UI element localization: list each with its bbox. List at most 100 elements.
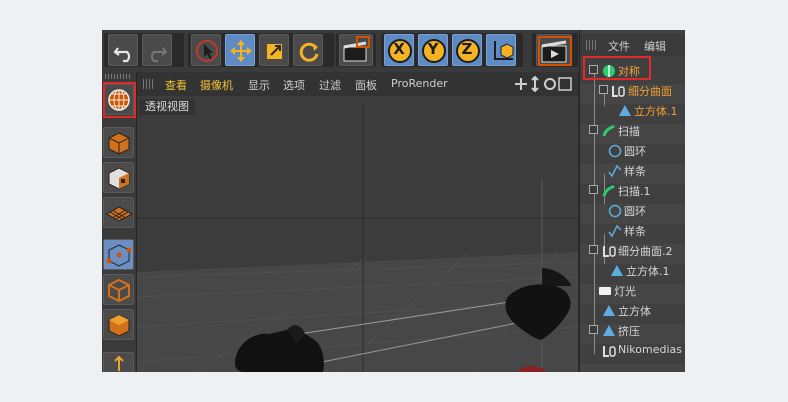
subdivision-surface-icon (603, 246, 616, 257)
collapse-toggle[interactable] (589, 125, 598, 134)
model-cube-icon (108, 132, 130, 155)
perspective-viewport[interactable]: 查看 摄像机 显示 选项 过滤 面板 ProRender 透视视图 (137, 72, 578, 372)
object-label: 细分曲面 (628, 85, 672, 98)
menu-display[interactable]: 显示 (248, 77, 270, 93)
points-mode-button[interactable] (103, 239, 134, 270)
object-row-cube[interactable]: 立方体 (580, 300, 685, 320)
symmetry-icon (603, 65, 615, 77)
polygons-mode-button[interactable] (103, 309, 134, 340)
left-tool-palette (102, 72, 137, 372)
object-label: 立方体 (618, 305, 651, 318)
redo-button[interactable] (142, 34, 172, 66)
y-axis-button[interactable]: Y (418, 34, 448, 66)
render-clapper-icon (538, 36, 572, 66)
cube-object-icon (603, 305, 615, 316)
object-label: Nikomedias (618, 343, 682, 356)
globe-grid-icon (108, 89, 130, 111)
object-row-circle-2[interactable]: 圆环 (580, 200, 685, 220)
enable-axis-button[interactable] (103, 352, 134, 372)
coordinate-system-button[interactable] (486, 34, 516, 66)
object-manager-grip (586, 40, 598, 50)
rotate-tool-button[interactable] (293, 34, 323, 66)
circle-spline-icon (608, 144, 622, 158)
undo-icon (113, 47, 131, 63)
texture-mode-button[interactable] (103, 162, 134, 193)
palette-grip (105, 74, 131, 79)
object-label: 立方体.1 (634, 105, 678, 118)
clapper-board-icon (343, 36, 370, 62)
menu-options[interactable]: 选项 (283, 77, 305, 93)
x-axis-button[interactable]: X (384, 34, 414, 66)
make-editable-button[interactable] (103, 84, 134, 115)
workplane-grid-icon (106, 206, 134, 222)
subdivision-surface-icon (603, 346, 616, 357)
light-icon (599, 287, 611, 295)
viewport-scene (137, 72, 578, 372)
object-row-subdivision[interactable]: 细分曲面 (580, 80, 685, 100)
object-manager-menu: 文件 编辑 (580, 34, 685, 56)
om-menu-edit[interactable]: 编辑 (644, 38, 666, 54)
object-row-subdivision-2[interactable]: 细分曲面.2 (580, 240, 685, 260)
collapse-toggle[interactable] (589, 185, 598, 194)
viewport-menu-bar: 查看 摄像机 显示 选项 过滤 面板 ProRender (137, 72, 578, 96)
render-view-button[interactable] (536, 34, 572, 66)
menu-panel[interactable]: 面板 (355, 77, 377, 93)
collapse-toggle[interactable] (589, 65, 598, 74)
object-row-spline[interactable]: 样条 (580, 160, 685, 180)
z-axis-button[interactable]: Z (452, 34, 482, 66)
select-arrow-icon (196, 40, 218, 62)
object-label: 样条 (624, 225, 646, 238)
object-row-extrude[interactable]: 挤压 (580, 320, 685, 340)
object-row-sweep[interactable]: 扫描 (580, 120, 685, 140)
object-row-light[interactable]: 灯光 (580, 280, 685, 300)
collapse-toggle[interactable] (589, 245, 598, 254)
z-axis-label: Z (461, 40, 473, 58)
object-label: 对称 (618, 65, 640, 78)
sweep-icon (602, 124, 616, 137)
object-row-symmetry[interactable]: 对称 (580, 60, 685, 80)
cinema4d-window: X Y Z 查看 摄像机 显示 选项 过滤 面板 ProRender 透视视图 … (102, 30, 685, 372)
menu-prorender[interactable]: ProRender (391, 77, 448, 90)
axis-arrow-icon (114, 355, 124, 371)
object-row-spline-2[interactable]: 样条 (580, 220, 685, 240)
select-tool-button[interactable] (191, 34, 221, 66)
menu-view[interactable]: 查看 (165, 77, 187, 93)
edges-mode-button[interactable] (103, 274, 134, 305)
object-label: 圆环 (624, 205, 646, 218)
points-cube-icon (106, 244, 132, 267)
object-label: 立方体.1 (626, 265, 670, 278)
object-row-circle[interactable]: 圆环 (580, 140, 685, 160)
viewport-nav-icons[interactable] (513, 76, 573, 92)
cube-object-icon (611, 265, 623, 276)
object-label: 扫描 (618, 125, 640, 138)
object-row-nikomedias[interactable]: Nikomedias (580, 340, 685, 360)
circle-spline-icon (608, 204, 622, 218)
object-row-cube-1[interactable]: 立方体.1 (580, 100, 685, 120)
object-row-cube-1b[interactable]: 立方体.1 (580, 260, 685, 280)
object-manager: 文件 编辑 对称 细分曲面 立方体.1 扫描 圆环 样条 扫描.1 圆环 样条 … (579, 30, 685, 372)
world-coordinate-icon (494, 41, 514, 60)
redo-icon (151, 47, 168, 62)
object-label: 挤压 (618, 325, 640, 338)
spline-icon (608, 164, 622, 178)
object-row-sweep-1[interactable]: 扫描.1 (580, 180, 685, 200)
last-used-tool-button[interactable] (339, 34, 373, 66)
menu-filter[interactable]: 过滤 (319, 77, 341, 93)
viewport-grip (143, 79, 155, 89)
spline-icon (608, 224, 622, 238)
scale-tool-button[interactable] (259, 34, 289, 66)
y-axis-label: Y (427, 40, 439, 58)
scale-icon (267, 44, 282, 59)
object-label: 细分曲面.2 (618, 245, 673, 258)
move-icon (230, 40, 252, 62)
expand-toggle[interactable] (589, 325, 598, 334)
undo-button[interactable] (108, 34, 138, 66)
model-mode-button[interactable] (103, 127, 134, 158)
move-tool-button[interactable] (225, 34, 255, 66)
subdivision-surface-icon (612, 86, 625, 97)
workplane-mode-button[interactable] (103, 197, 134, 228)
menu-camera[interactable]: 摄像机 (200, 77, 233, 93)
om-menu-file[interactable]: 文件 (608, 38, 630, 54)
viewport-label: 透视视图 (139, 99, 195, 115)
collapse-toggle[interactable] (599, 85, 608, 94)
